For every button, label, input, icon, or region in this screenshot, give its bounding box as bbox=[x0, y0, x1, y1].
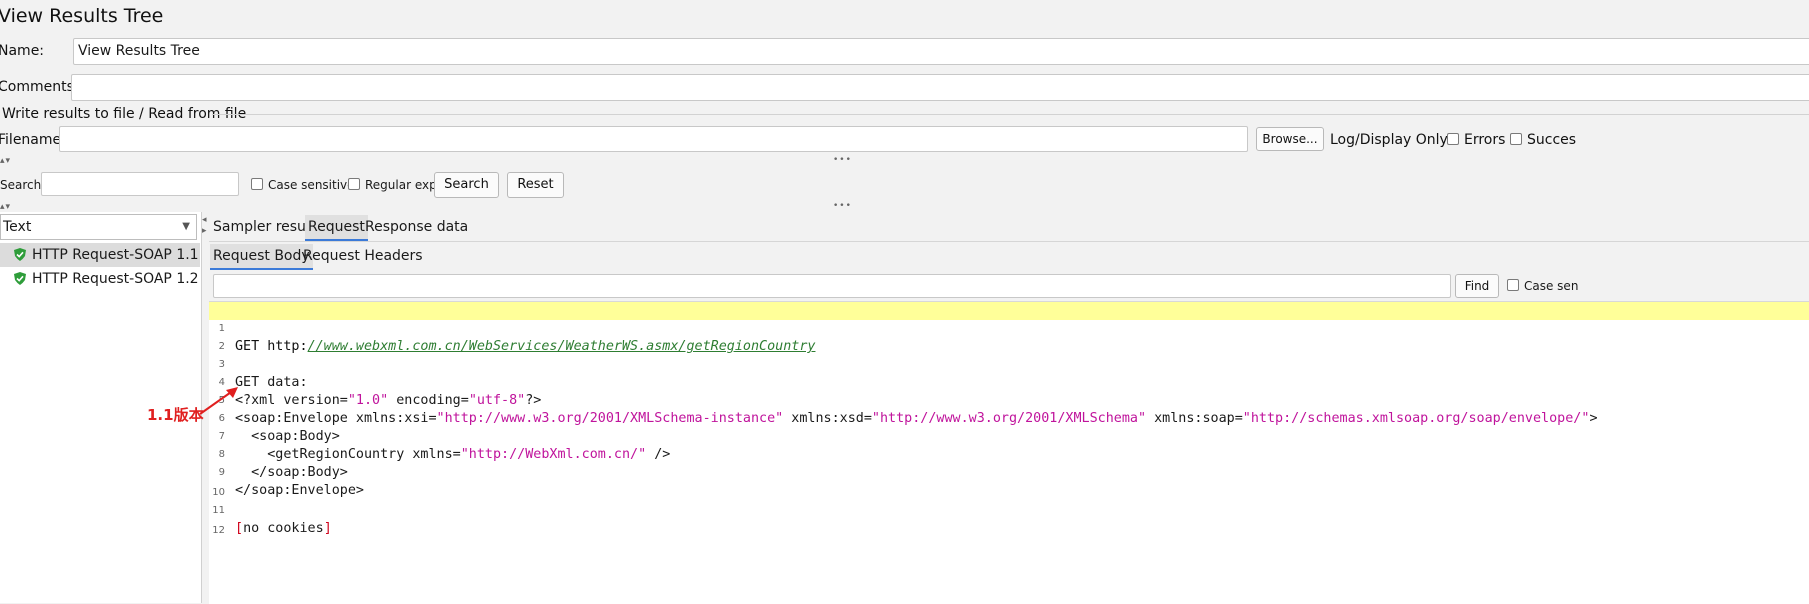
log-display-label: Log/Display Only: bbox=[1330, 132, 1452, 148]
find-case-label: Case sen bbox=[1524, 279, 1579, 293]
search-button[interactable]: Search bbox=[434, 172, 499, 198]
bracket: ] bbox=[323, 521, 332, 536]
find-input[interactable] bbox=[213, 274, 1451, 298]
collapse-arrows-2[interactable]: ▴▾ bbox=[0, 202, 11, 212]
regex-checkbox[interactable] bbox=[348, 178, 360, 190]
reset-button[interactable]: Reset bbox=[507, 172, 564, 198]
collapse-arrows[interactable]: ▴▾ bbox=[0, 156, 11, 166]
errors-checkbox[interactable] bbox=[1447, 133, 1459, 145]
name-field[interactable]: View Results Tree bbox=[73, 38, 1809, 65]
annotation-arrow-icon bbox=[199, 387, 238, 415]
success-shield-icon bbox=[14, 272, 26, 285]
successes-checkbox[interactable] bbox=[1510, 133, 1522, 145]
comments-field[interactable] bbox=[71, 74, 1809, 101]
renderer-value: Text bbox=[3, 219, 32, 235]
search-input[interactable] bbox=[41, 172, 239, 196]
errors-label: Errors bbox=[1464, 132, 1506, 148]
search-label: Search: bbox=[0, 178, 46, 192]
line-number: 12 bbox=[212, 525, 225, 536]
splitter-handle[interactable]: ••• bbox=[833, 155, 852, 165]
code-line: 2 bbox=[209, 320, 1809, 352]
code-line: 10 bbox=[209, 466, 1809, 498]
browse-button[interactable]: Browse... bbox=[1256, 127, 1324, 151]
code-line: 7 <getRegionCountry xmlns="http://WebXml… bbox=[209, 410, 1809, 462]
pane-divider-arrows[interactable]: ◂ ▸ bbox=[202, 215, 208, 237]
splitter-handle-2[interactable]: ••• bbox=[833, 201, 852, 211]
section-divider bbox=[212, 114, 1809, 115]
case-sensitive-checkbox[interactable] bbox=[251, 178, 263, 190]
cookies-text: no cookies bbox=[243, 521, 324, 536]
code-line: 8 </soap:Body> bbox=[209, 428, 1809, 480]
successes-label: Succes bbox=[1527, 132, 1577, 148]
code-line: 6 <soap:Body> bbox=[209, 392, 1809, 444]
code-line: 12 bbox=[209, 504, 1809, 536]
filename-label: Filename bbox=[0, 132, 62, 148]
find-button[interactable]: Find bbox=[1455, 274, 1499, 298]
panel-title: View Results Tree bbox=[0, 5, 164, 27]
name-label: Name: bbox=[0, 43, 45, 59]
tab-sampler-result[interactable]: Sampler result bbox=[210, 215, 318, 241]
code-line: 11 [no cookies] bbox=[209, 484, 1809, 536]
file-section-title: Write results to file / Read from file bbox=[2, 106, 247, 122]
tab-request-body[interactable]: Request Body bbox=[210, 244, 313, 270]
code-line: 5 <soap:Envelope xmlns:xsi="http://www.w… bbox=[209, 374, 1809, 426]
case-sensitive-label: Case sensitive bbox=[268, 178, 355, 192]
regex-label: Regular exp. bbox=[365, 178, 441, 192]
renderer-dropdown[interactable]: Text ▼ bbox=[0, 214, 197, 240]
tree-item-label: HTTP Request-SOAP 1.1 bbox=[32, 247, 199, 263]
tab-request-headers[interactable]: Request Headers bbox=[300, 244, 426, 270]
tabs-divider bbox=[209, 241, 1809, 242]
code-line: 1 GET http://www.webxml.com.cn/WebServic… bbox=[209, 302, 1809, 354]
filename-field[interactable] bbox=[59, 126, 1248, 152]
tree-item-soap-1-2[interactable]: HTTP Request-SOAP 1.2 bbox=[0, 267, 200, 291]
comments-label: Comments: bbox=[0, 79, 79, 95]
code-text: [no cookies] bbox=[235, 520, 332, 538]
chevron-down-icon: ▼ bbox=[182, 221, 190, 232]
code-line: 4 <?xml version="1.0" encoding="utf-8"?> bbox=[209, 356, 1809, 408]
tab-response-data[interactable]: Response data bbox=[362, 215, 471, 241]
find-case-checkbox[interactable] bbox=[1507, 279, 1519, 291]
code-line: 3 GET data: bbox=[209, 338, 1809, 390]
tab-request[interactable]: Request bbox=[305, 215, 368, 241]
bracket: [ bbox=[235, 521, 244, 536]
tree-item-soap-1-1[interactable]: HTTP Request-SOAP 1.1 bbox=[0, 243, 200, 267]
success-shield-icon bbox=[14, 248, 26, 261]
code-line: 9 </soap:Envelope> bbox=[209, 446, 1809, 498]
tree-item-label: HTTP Request-SOAP 1.2 bbox=[32, 271, 199, 287]
